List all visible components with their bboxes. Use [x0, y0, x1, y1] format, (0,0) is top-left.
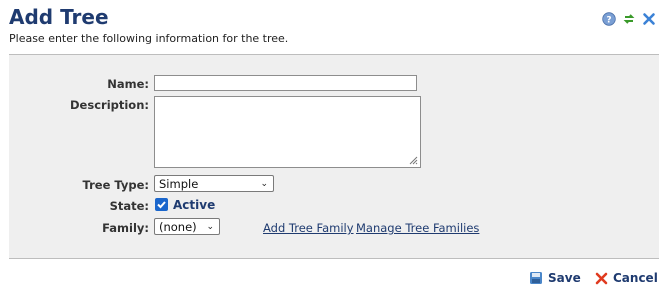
page-subtitle: Please enter the following information f…: [9, 32, 289, 45]
family-select[interactable]: (none) ⌄: [154, 218, 220, 235]
page-header: Add Tree Please enter the following info…: [9, 6, 659, 46]
add-tree-family-link[interactable]: Add Tree Family: [263, 221, 354, 235]
header-toolbar: ?: [602, 12, 656, 26]
state-active-checkbox[interactable]: [155, 198, 168, 211]
resize-grip-icon[interactable]: [408, 155, 418, 165]
cancel-button[interactable]: Cancel: [595, 271, 658, 285]
state-active-label: Active: [173, 198, 216, 212]
description-textarea[interactable]: [154, 96, 421, 168]
manage-tree-families-link[interactable]: Manage Tree Families: [356, 221, 479, 235]
tree-type-label: Tree Type:: [82, 178, 149, 192]
help-icon[interactable]: ?: [602, 12, 616, 26]
description-label: Description:: [70, 98, 149, 112]
tree-type-value: Simple: [159, 177, 199, 191]
save-icon: [530, 272, 542, 284]
family-label: Family:: [102, 221, 149, 235]
chevron-down-icon: ⌄: [206, 222, 214, 232]
name-label: Name:: [107, 77, 149, 91]
close-icon[interactable]: [642, 12, 656, 26]
state-label: State:: [109, 199, 149, 213]
checkmark-icon: [157, 201, 166, 209]
svg-text:?: ?: [606, 16, 611, 26]
save-button[interactable]: Save: [529, 271, 581, 285]
family-value: (none): [159, 220, 197, 234]
chevron-down-icon: ⌄: [260, 179, 268, 189]
cancel-icon: [595, 272, 608, 284]
tree-type-select[interactable]: Simple ⌄: [154, 175, 274, 192]
save-label: Save: [548, 271, 581, 285]
form-panel: Name: Description: Tree Type: Simple ⌄ S…: [9, 54, 659, 259]
page-title: Add Tree: [9, 5, 109, 29]
cancel-label: Cancel: [613, 271, 658, 285]
refresh-icon[interactable]: [622, 12, 636, 26]
name-input[interactable]: [154, 75, 417, 91]
